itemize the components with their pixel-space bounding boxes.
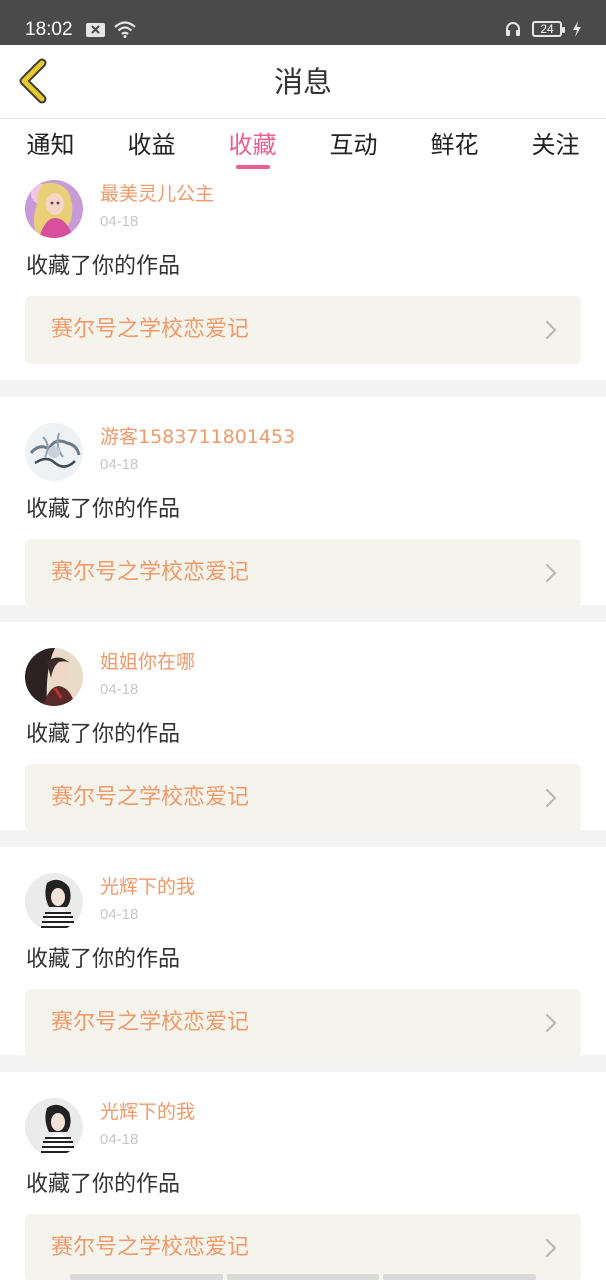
username-link[interactable]: 光辉下的我 [100, 1100, 195, 1124]
avatar[interactable] [25, 180, 83, 238]
message-date: 04-18 [100, 213, 139, 230]
wifi-icon [114, 21, 136, 38]
nav-bar: 消息 [0, 45, 606, 119]
tab-flowers[interactable]: 鲜花 [404, 119, 505, 173]
message-text: 收藏了你的作品 [26, 254, 181, 279]
work-title: 赛尔号之学校恋爱记 [51, 1235, 250, 1260]
message-card: 光辉下的我 04-18 收藏了你的作品 赛尔号之学校恋爱记 [0, 1072, 606, 1280]
chevron-right-icon [545, 1013, 557, 1033]
tab-label: 通知 [26, 131, 75, 159]
headphones-icon [506, 22, 520, 36]
status-time: 18:02 [25, 19, 73, 40]
status-bar: 18:02 24 [0, 0, 606, 45]
avatar[interactable] [25, 1098, 83, 1156]
work-title: 赛尔号之学校恋爱记 [51, 560, 250, 585]
work-title: 赛尔号之学校恋爱记 [51, 785, 250, 810]
tab-bar: 通知 收益 收藏 互动 鲜花 关注 [0, 119, 606, 173]
message-date: 04-18 [100, 906, 139, 923]
username-link[interactable]: 姐姐你在哪 [100, 650, 195, 674]
username-link[interactable]: 游客1583711801453 [100, 425, 295, 449]
girl-dark-avatar-image [25, 648, 83, 706]
message-text: 收藏了你的作品 [26, 947, 181, 972]
princess-avatar-image [25, 180, 83, 238]
work-link[interactable]: 赛尔号之学校恋爱记 [25, 989, 581, 1057]
work-link[interactable]: 赛尔号之学校恋爱记 [25, 296, 581, 364]
username-link[interactable]: 光辉下的我 [100, 875, 195, 899]
avatar[interactable] [25, 648, 83, 706]
username-link[interactable]: 最美灵儿公主 [100, 182, 214, 206]
work-link[interactable]: 赛尔号之学校恋爱记 [25, 764, 581, 832]
tab-favorites[interactable]: 收藏 [202, 119, 303, 173]
tab-earnings[interactable]: 收益 [101, 119, 202, 173]
tab-notifications[interactable]: 通知 [0, 119, 101, 173]
work-title: 赛尔号之学校恋爱记 [51, 1010, 250, 1035]
tab-label: 关注 [531, 131, 580, 159]
work-title: 赛尔号之学校恋爱记 [51, 317, 250, 342]
active-tab-indicator [235, 165, 270, 169]
message-date: 04-18 [100, 1131, 139, 1148]
chevron-right-icon [545, 788, 557, 808]
message-text: 收藏了你的作品 [26, 1172, 181, 1197]
tab-follows[interactable]: 关注 [505, 119, 606, 173]
page-title: 消息 [273, 65, 332, 99]
battery-icon: 24 [532, 21, 565, 37]
tab-label: 收益 [127, 131, 176, 159]
bottom-indicator [70, 1274, 537, 1280]
message-card: 姐姐你在哪 04-18 收藏了你的作品 赛尔号之学校恋爱记 [0, 622, 606, 832]
battery-level: 24 [540, 22, 554, 36]
message-card: 游客1583711801453 04-18 收藏了你的作品 赛尔号之学校恋爱记 [0, 397, 606, 607]
message-text: 收藏了你的作品 [26, 497, 181, 522]
tab-label: 收藏 [228, 131, 277, 159]
chevron-right-icon [545, 320, 557, 340]
chevron-right-icon [545, 563, 557, 583]
message-card: 光辉下的我 04-18 收藏了你的作品 赛尔号之学校恋爱记 [0, 847, 606, 1057]
work-link[interactable]: 赛尔号之学校恋爱记 [25, 1214, 581, 1280]
tab-label: 鲜花 [430, 131, 479, 159]
tab-label: 互动 [329, 131, 378, 159]
chevron-right-icon [545, 1238, 557, 1258]
message-card: 最美灵儿公主 04-18 收藏了你的作品 赛尔号之学校恋爱记 [0, 173, 606, 380]
tab-interactions[interactable]: 互动 [303, 119, 404, 173]
work-link[interactable]: 赛尔号之学校恋爱记 [25, 539, 581, 607]
message-text: 收藏了你的作品 [26, 722, 181, 747]
girl-striped-avatar-image [25, 1098, 83, 1156]
sim-error-icon [86, 22, 105, 37]
avatar[interactable] [25, 873, 83, 931]
message-date: 04-18 [100, 456, 139, 473]
message-list[interactable]: 最美灵儿公主 04-18 收藏了你的作品 赛尔号之学校恋爱记 游客1583711… [0, 173, 606, 1280]
ink-art-avatar-image [25, 423, 83, 481]
girl-striped-avatar-image [25, 873, 83, 931]
charging-icon [573, 21, 581, 37]
avatar[interactable] [25, 423, 83, 481]
message-date: 04-18 [100, 681, 139, 698]
